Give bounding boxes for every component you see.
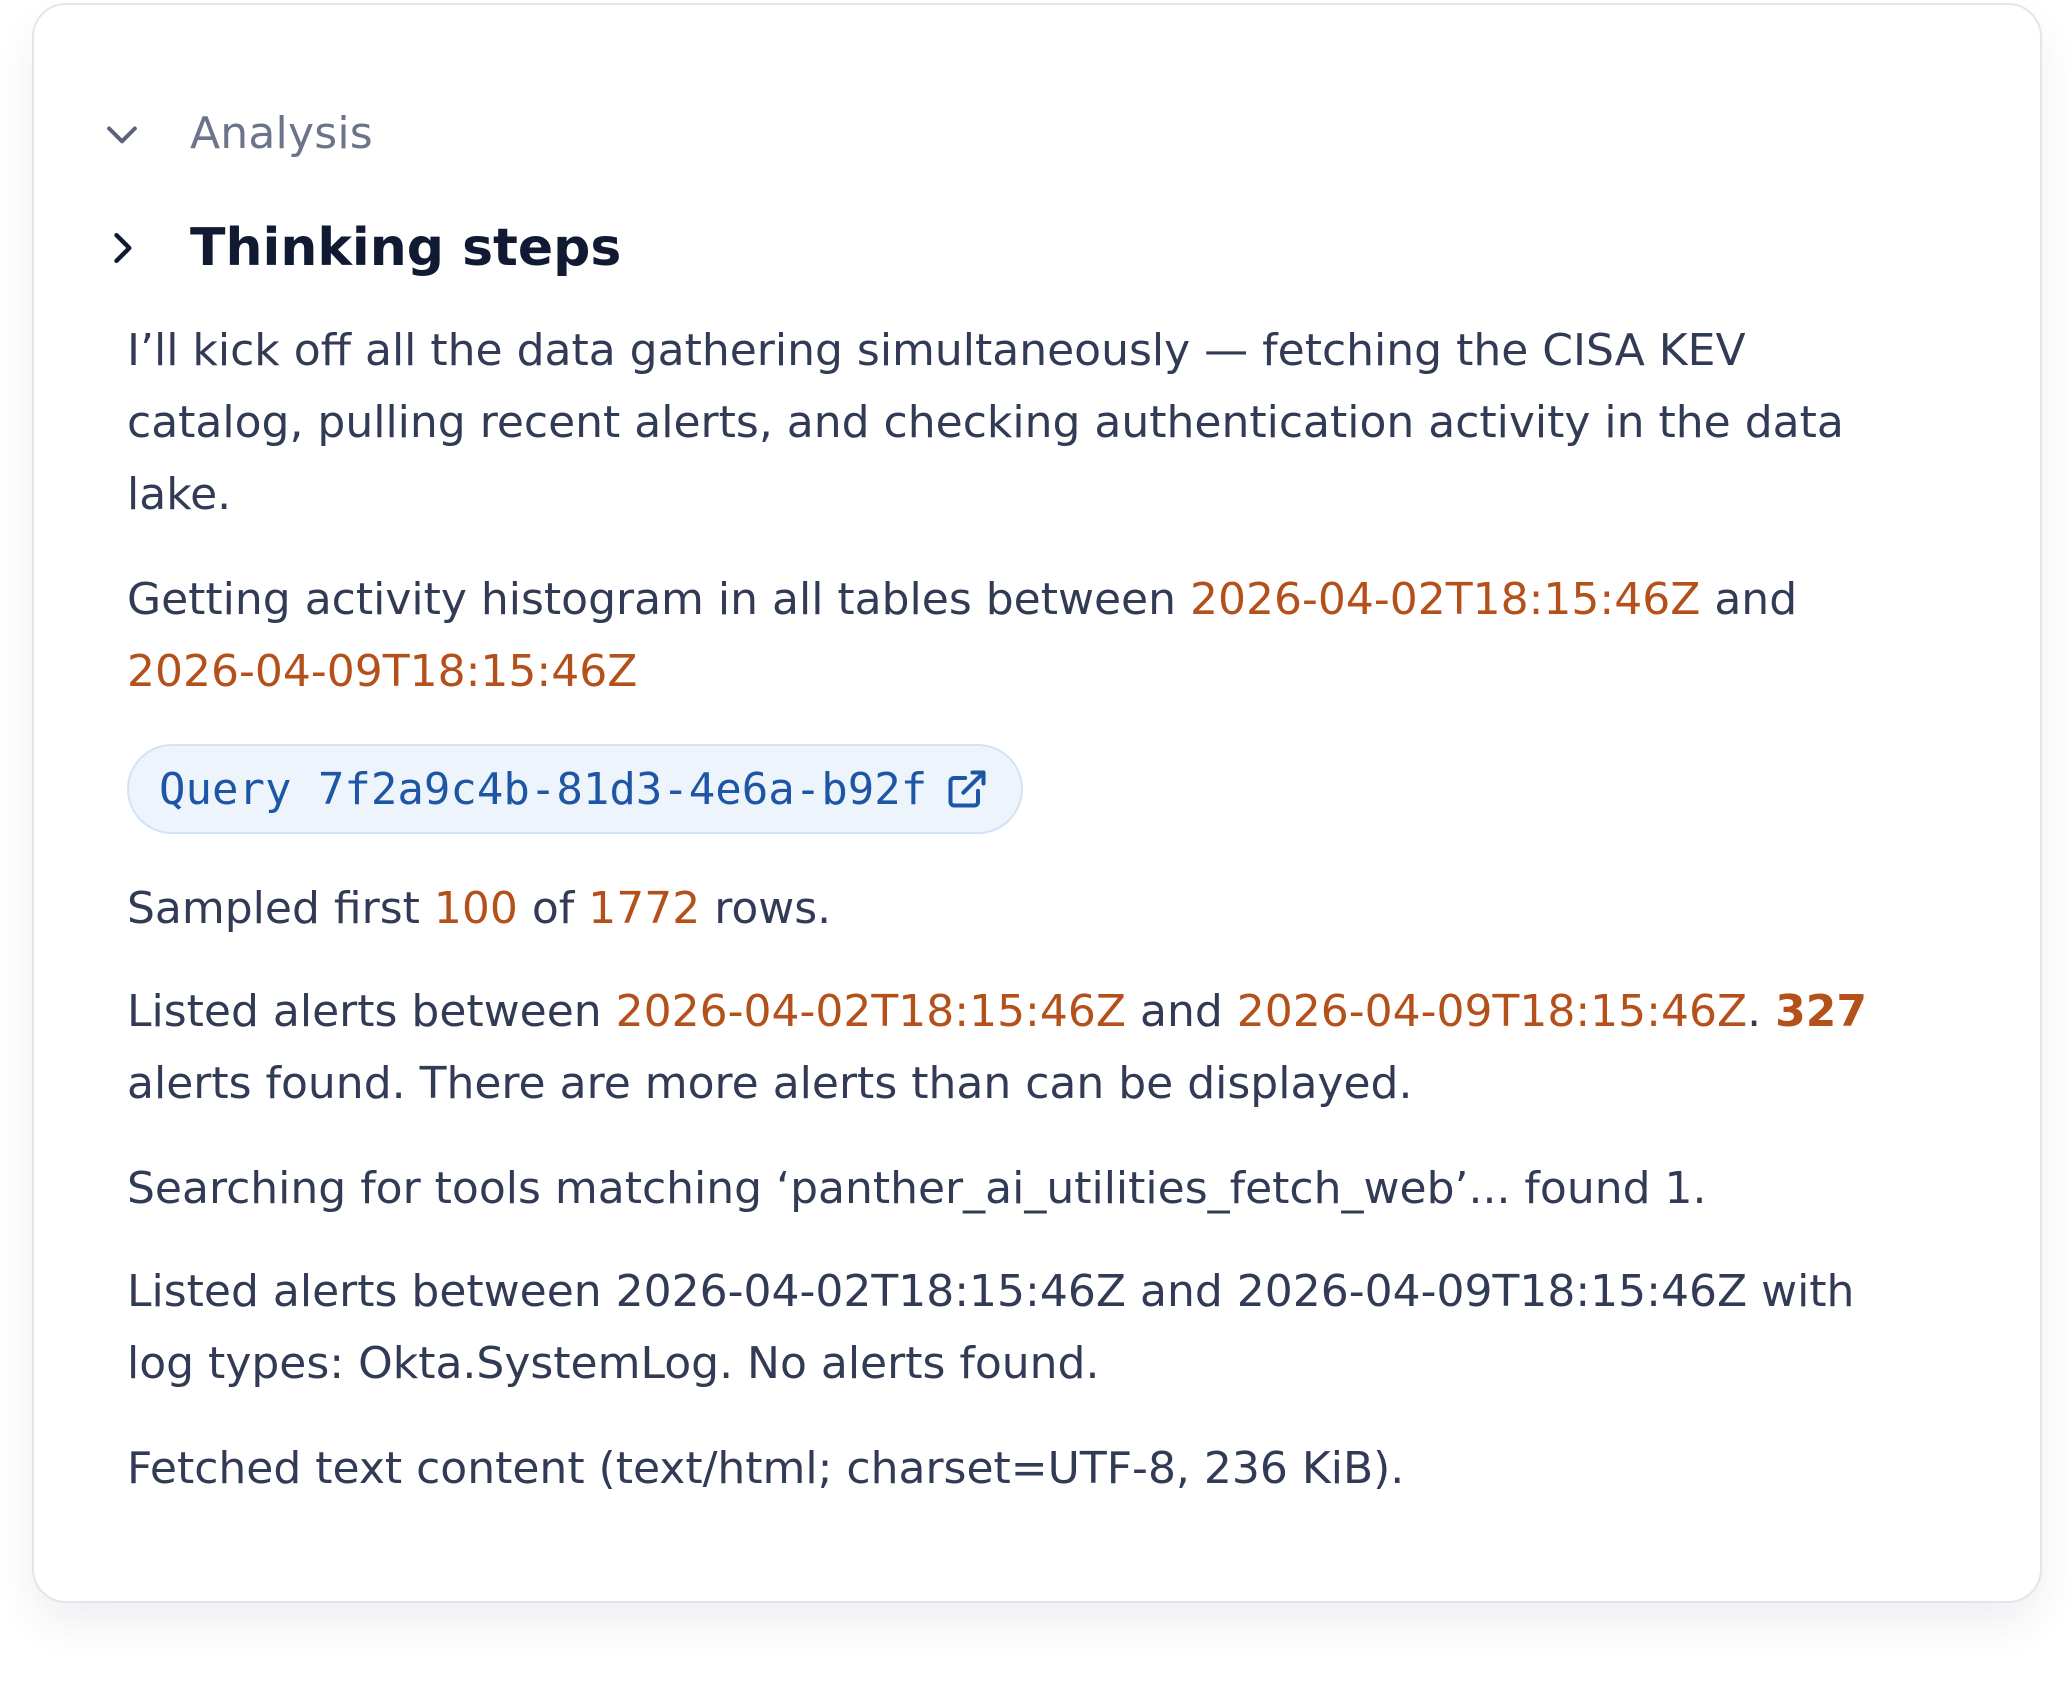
alerts-prefix: Listed alerts between: [127, 986, 616, 1037]
alerts-end-time: 2026-04-09T18:15:46Z: [1236, 986, 1748, 1037]
analysis-toggle[interactable]: Analysis: [100, 108, 373, 159]
step-alerts-listed: Listed alerts between 2026-04-02T18:15:4…: [127, 976, 1907, 1120]
alerts-start-time: 2026-04-02T18:15:46Z: [615, 986, 1127, 1037]
histogram-prefix: Getting activity histogram in all tables…: [127, 574, 1191, 625]
step-okta-alerts: Listed alerts between 2026-04-02T18:15:4…: [127, 1266, 1855, 1389]
alerts-and: and: [1126, 986, 1237, 1037]
step-tool-search: Searching for tools matching ‘panther_ai…: [127, 1163, 1707, 1214]
sampled-total-count: 1772: [588, 883, 701, 934]
sampled-first-count: 100: [433, 883, 518, 934]
external-link-icon: [948, 770, 986, 808]
step-intro: I’ll kick off all the data gathering sim…: [127, 325, 1844, 520]
step-fetched: Fetched text content (text/html; charset…: [127, 1443, 1405, 1494]
sampled-of: of: [517, 883, 589, 934]
histogram-start-time: 2026-04-02T18:15:46Z: [1190, 574, 1701, 625]
histogram-end-time: 2026-04-09T18:15:46Z: [127, 646, 638, 697]
chevron-down-icon: [107, 125, 137, 143]
alerts-count: 327: [1775, 986, 1867, 1037]
histogram-and: and: [1700, 574, 1798, 625]
step-histogram: Getting activity histogram in all tables…: [127, 564, 1907, 708]
query-link-label: Query 7f2a9c4b-81d3-4e6a-b92f: [159, 763, 928, 815]
sampled-prefix: Sampled first: [127, 883, 434, 934]
thinking-steps-label: Thinking steps: [190, 218, 622, 278]
analysis-label: Analysis: [190, 108, 373, 159]
query-link-button[interactable]: Query 7f2a9c4b-81d3-4e6a-b92f: [127, 744, 1024, 834]
sampled-suffix: rows.: [700, 883, 832, 934]
alerts-sep: .: [1747, 986, 1776, 1037]
thinking-steps-toggle[interactable]: Thinking steps: [100, 218, 621, 278]
chevron-right-icon: [114, 232, 132, 264]
alerts-suffix: alerts found. There are more alerts than…: [127, 1058, 1413, 1109]
step-sampled: Sampled first 100 of 1772 rows.: [127, 873, 1907, 945]
